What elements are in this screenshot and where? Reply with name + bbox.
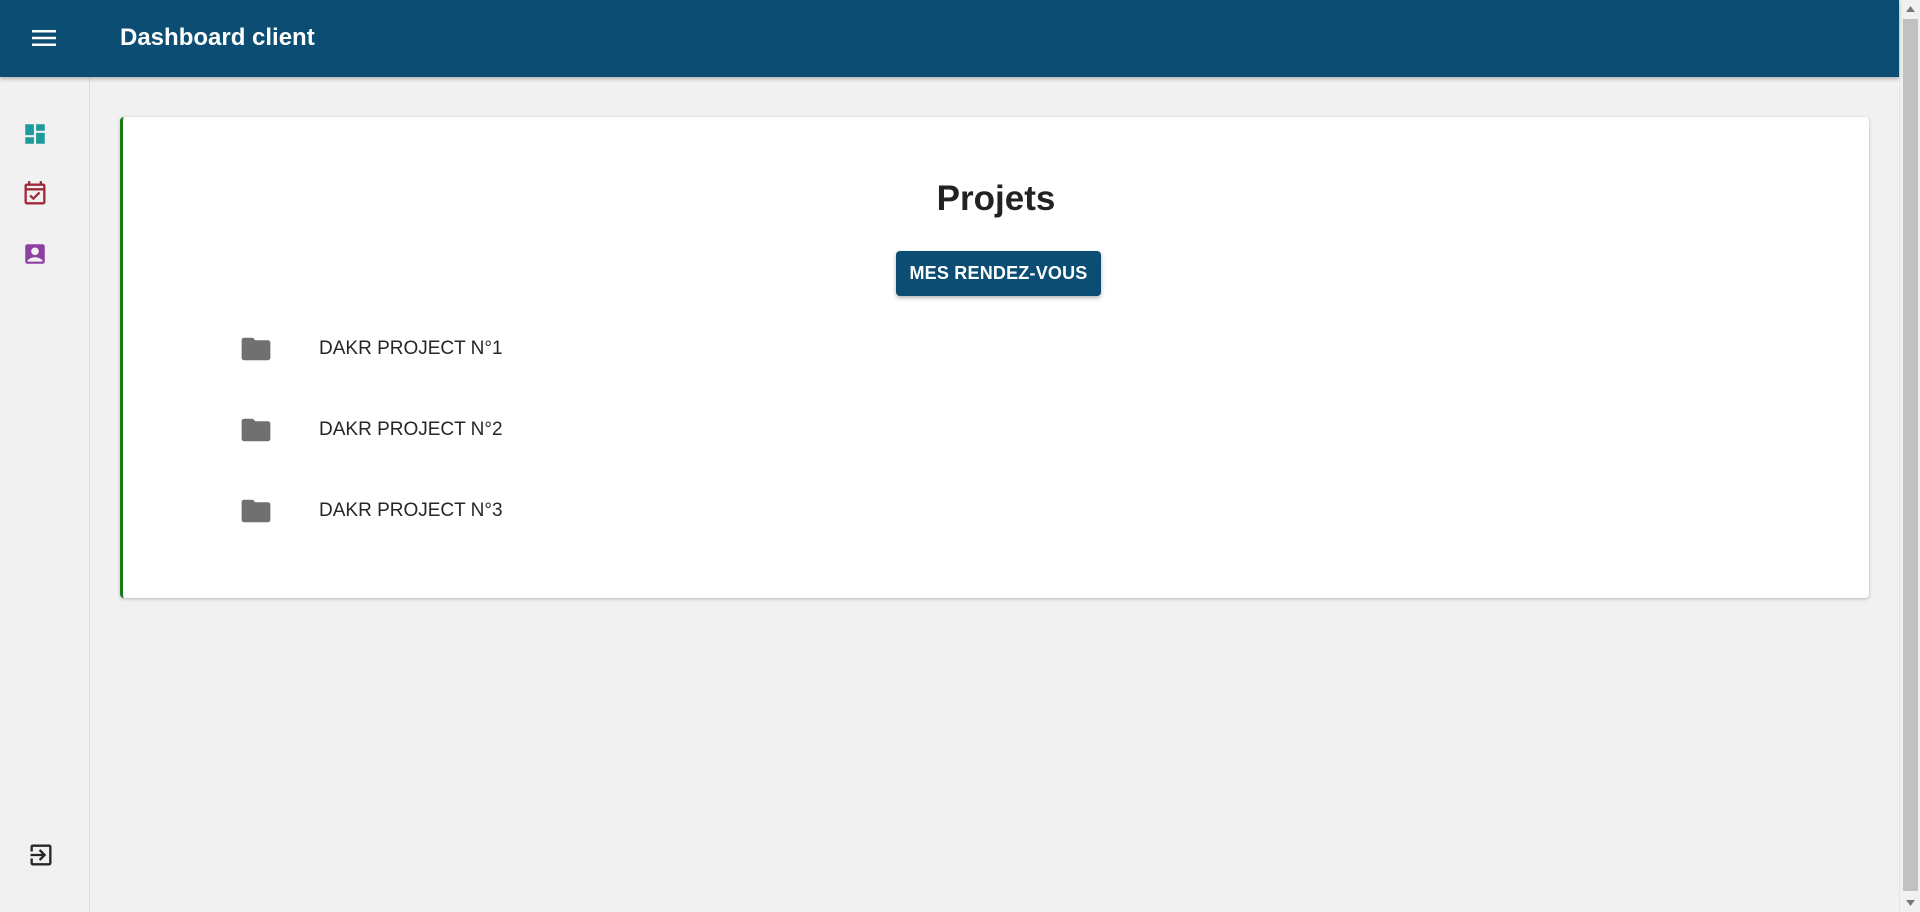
folder-icon <box>241 337 271 361</box>
scroll-down-button[interactable] <box>1900 894 1920 912</box>
folder-icon <box>241 418 271 442</box>
project-item-2[interactable]: DAKR PROJECT N°2 <box>241 403 841 484</box>
logout-button[interactable] <box>25 839 57 871</box>
dashboard-icon <box>25 124 45 144</box>
triangle-down-icon <box>1906 900 1915 906</box>
logout-icon <box>30 844 52 866</box>
app-title: Dashboard client <box>120 24 315 51</box>
contact-card-icon <box>25 244 45 264</box>
calendar-check-icon <box>24 181 46 205</box>
folder-icon <box>241 499 271 523</box>
app-root: Dashboard client Projets MES RENDEZ-VOUS… <box>0 0 1920 912</box>
project-item-3[interactable]: DAKR PROJECT N°3 <box>241 484 841 565</box>
triangle-up-icon <box>1906 6 1915 12</box>
menu-icon <box>32 30 56 46</box>
top-app-bar: Dashboard client <box>0 0 1899 77</box>
projects-card: Projets MES RENDEZ-VOUS DAKR PROJECT N°1… <box>120 117 1869 598</box>
side-navigation <box>0 77 90 912</box>
project-label: DAKR PROJECT N°2 <box>319 419 503 440</box>
page-title: Projets <box>936 179 1056 218</box>
nav-item-dashboard[interactable] <box>19 118 51 150</box>
nav-item-appointments[interactable] <box>19 178 51 210</box>
project-list: DAKR PROJECT N°1 DAKR PROJECT N°2 DAKR P… <box>241 322 841 565</box>
project-label: DAKR PROJECT N°1 <box>319 338 503 359</box>
scroll-up-button[interactable] <box>1900 0 1920 18</box>
nav-item-profile[interactable] <box>19 238 51 270</box>
project-label: DAKR PROJECT N°3 <box>319 500 503 521</box>
appointments-button[interactable]: MES RENDEZ-VOUS <box>896 251 1101 296</box>
vertical-scrollbar[interactable] <box>1899 0 1920 912</box>
project-item-1[interactable]: DAKR PROJECT N°1 <box>241 322 841 403</box>
menu-button[interactable] <box>26 22 62 54</box>
scroll-thumb[interactable] <box>1903 19 1918 891</box>
